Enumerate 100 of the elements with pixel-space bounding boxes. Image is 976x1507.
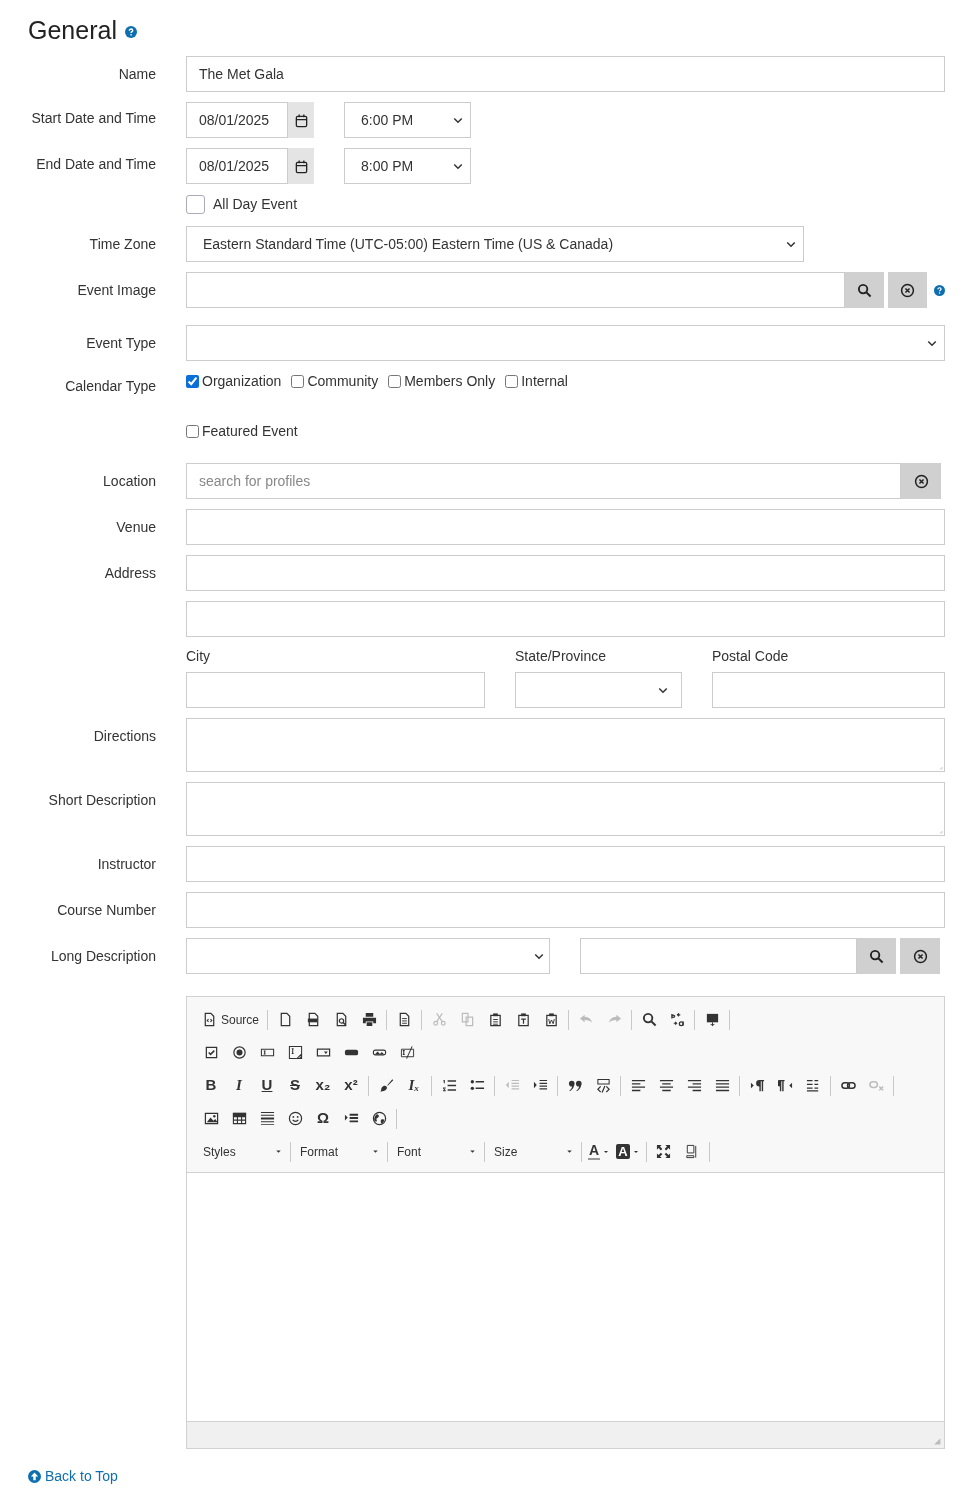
field-label: Directions [93, 728, 156, 744]
checkbox-label: All Day Event [213, 194, 298, 214]
field-label: Event Type [86, 335, 156, 351]
field-label: Course Number [57, 902, 156, 918]
checkbox[interactable] [291, 374, 305, 388]
back-to-top-link[interactable]: Back to Top [28, 1466, 118, 1487]
toolbar-button[interactable]: B [197, 1073, 225, 1098]
paint-brush-icon [378, 1078, 394, 1093]
color-button[interactable]: A [613, 1139, 643, 1164]
toolbar-button[interactable]: x² [337, 1073, 365, 1098]
clear-icon [899, 282, 915, 298]
date-field[interactable]: 08/01/2025 [186, 148, 288, 184]
align-left-icon [630, 1078, 646, 1093]
toolbar-button[interactable]: I [225, 1073, 253, 1098]
text-field[interactable] [186, 555, 945, 591]
format-dropdown[interactable]: Format [294, 1139, 384, 1164]
field-label: Event Image [77, 282, 156, 298]
help-icon [124, 26, 137, 38]
text-field[interactable] [712, 672, 945, 708]
field-label: Calendar Type [65, 378, 156, 394]
checkbox[interactable] [505, 374, 519, 388]
bullet-list-icon [469, 1078, 485, 1093]
show-blocks-icon [684, 1144, 699, 1159]
search-icon [641, 1012, 657, 1027]
clear-icon [912, 948, 928, 964]
field-label: City [186, 647, 212, 666]
text-field[interactable]: The Met Gala [186, 56, 945, 92]
text-field[interactable] [580, 938, 857, 974]
field-label: Short Description [48, 792, 156, 808]
table-icon [231, 1111, 247, 1126]
section-heading: General [28, 17, 117, 43]
field-label: Start Date and Time [31, 110, 156, 126]
image-icon [203, 1111, 219, 1126]
search-field[interactable]: search for profiles [186, 463, 901, 499]
color-button[interactable]: A [585, 1139, 614, 1164]
radio-icon [231, 1045, 247, 1060]
caret-icon [371, 1147, 380, 1156]
clipboard-icon [543, 1012, 559, 1027]
maximize-icon [656, 1144, 671, 1159]
toolbar-button[interactable]: Ω [309, 1106, 337, 1131]
toolbar-button[interactable]: S [281, 1073, 309, 1098]
globe-icon [371, 1111, 387, 1126]
justify-icon [714, 1078, 730, 1093]
horizontal-line-icon [259, 1111, 275, 1126]
scissors-icon [431, 1012, 447, 1027]
checkbox[interactable] [186, 424, 199, 438]
checkbox[interactable] [388, 374, 402, 388]
smiley-icon [287, 1111, 303, 1126]
checkbox-label: Internal [521, 371, 568, 391]
arrow-up-icon [28, 1470, 41, 1483]
clipboard-icon [487, 1012, 503, 1027]
format-dropdown[interactable]: Font [391, 1139, 481, 1164]
select-all-icon [704, 1012, 720, 1027]
indent-icon [532, 1078, 548, 1093]
time-dropdown[interactable]: 8:00 PM [344, 148, 471, 184]
search-icon [857, 282, 873, 298]
align-right-icon [686, 1078, 702, 1093]
toolbar-button[interactable]: Iₓ [400, 1073, 428, 1098]
text-field[interactable] [186, 509, 945, 545]
clear-icon [913, 473, 929, 489]
search-button[interactable] [845, 272, 884, 308]
caret-icon [274, 1147, 283, 1156]
dropdown[interactable]: Eastern Standard Time (UTC-05:00) Eastern Time (US & Canada) [186, 226, 804, 262]
clear-button[interactable] [887, 272, 927, 308]
checkbox[interactable] [186, 194, 205, 214]
calendar-button[interactable] [288, 148, 314, 184]
quote-icon [567, 1078, 583, 1093]
checkbox-label: Featured Event [202, 421, 298, 441]
field-label: Venue [116, 519, 156, 535]
text-field[interactable] [186, 672, 485, 708]
text-field[interactable] [186, 846, 945, 882]
document-icon [305, 1012, 321, 1027]
date-field[interactable]: 08/01/2025 [186, 102, 288, 138]
caret-icon [565, 1147, 574, 1156]
text-field[interactable] [186, 272, 846, 308]
source-button[interactable]: Source [197, 1007, 265, 1032]
text-field[interactable] [186, 601, 945, 637]
format-dropdown[interactable]: Styles [197, 1139, 287, 1164]
toolbar-button[interactable]: U [253, 1073, 281, 1098]
text-field[interactable] [186, 892, 945, 928]
calendar-icon [293, 158, 309, 174]
checkbox-label: Community [307, 371, 379, 391]
time-dropdown[interactable]: 6:00 PM [344, 102, 471, 138]
checkbox[interactable] [186, 374, 199, 388]
checkbox-icon [203, 1045, 219, 1060]
field-label: Postal Code [712, 647, 790, 666]
clear-button[interactable] [900, 938, 940, 974]
field-label: Location [103, 473, 156, 489]
toolbar-button[interactable]: x₂ [309, 1073, 337, 1098]
field-label: Long Description [50, 948, 156, 964]
format-dropdown[interactable]: Size [488, 1139, 578, 1164]
clear-button[interactable] [901, 463, 941, 499]
calendar-icon [293, 112, 309, 128]
div-container-icon [595, 1078, 611, 1093]
caret-icon [468, 1147, 477, 1156]
copy-icon [459, 1012, 475, 1027]
field-label: Name [118, 66, 156, 82]
calendar-button[interactable] [288, 102, 314, 138]
numbered-list-icon [441, 1078, 457, 1093]
search-button[interactable] [857, 938, 896, 974]
